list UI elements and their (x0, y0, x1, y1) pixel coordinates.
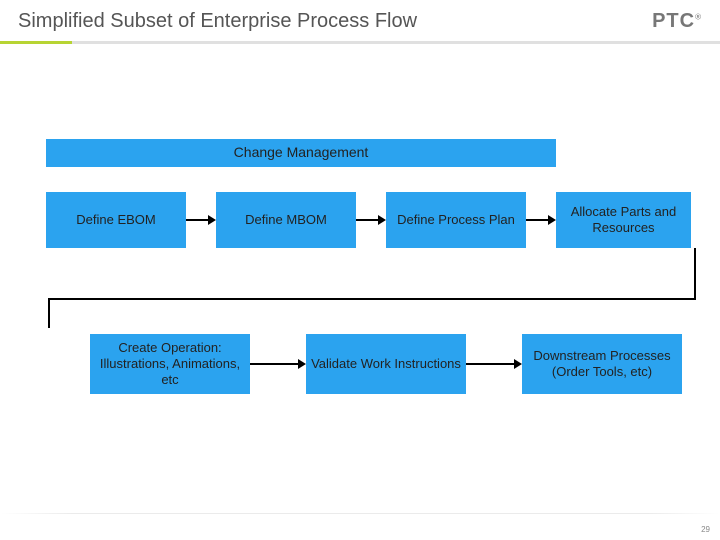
arrow-return-line (48, 298, 696, 300)
arrow-validate-to-downstream (466, 363, 514, 365)
box-define-process-plan: Define Process Plan (386, 192, 526, 248)
arrow-process-plan-to-allocate (526, 219, 548, 221)
arrow-return-down (48, 298, 50, 328)
arrow-head-icon (298, 359, 306, 369)
ptc-logo: PTC® (652, 10, 702, 33)
arrow-mbom-to-process-plan (356, 219, 378, 221)
box-define-mbom: Define MBOM (216, 192, 356, 248)
box-downstream-processes: Downstream Processes (Order Tools, etc) (522, 334, 682, 394)
diagram-stage: Change Management Define EBOM Define MBO… (0, 44, 720, 524)
logo-text: PTC (652, 10, 695, 32)
box-change-management: Change Management (46, 139, 556, 167)
box-validate-work-instructions: Validate Work Instructions (306, 334, 466, 394)
box-define-ebom: Define EBOM (46, 192, 186, 248)
arrow-head-icon (548, 215, 556, 225)
logo-registered-icon: ® (695, 12, 702, 21)
slide-header: Simplified Subset of Enterprise Process … (0, 0, 720, 41)
arrow-head-icon (208, 215, 216, 225)
box-create-operation: Create Operation: Illustrations, Animati… (90, 334, 250, 394)
arrow-allocate-down (694, 248, 696, 300)
box-allocate-parts: Allocate Parts and Resources (556, 192, 691, 248)
arrow-ebom-to-mbom (186, 219, 208, 221)
arrow-head-icon (514, 359, 522, 369)
arrow-head-icon (378, 215, 386, 225)
footer-divider (0, 513, 720, 514)
slide-title: Simplified Subset of Enterprise Process … (18, 10, 417, 33)
arrow-create-to-validate (250, 363, 298, 365)
page-number: 29 (701, 525, 710, 534)
